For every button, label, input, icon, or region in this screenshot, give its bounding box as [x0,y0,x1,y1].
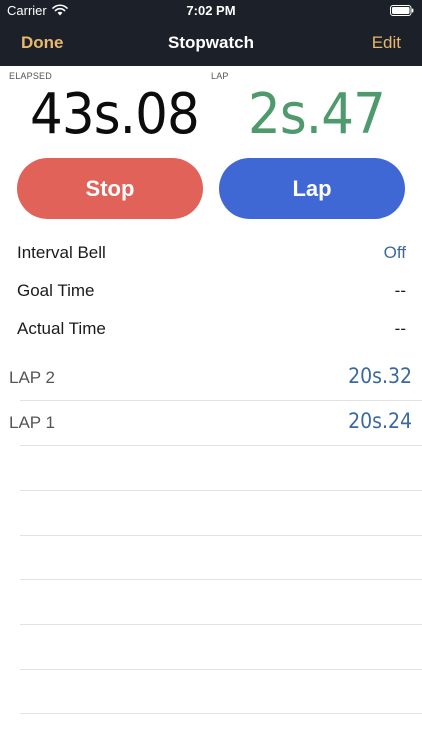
interval-bell-row[interactable]: Interval Bell Off [17,239,406,267]
edit-button[interactable]: Edit [372,33,401,53]
header: Carrier 7:02 PM Done Stopwatch Edit [0,0,422,66]
goal-time-label: Goal Time [17,281,95,300]
divider [20,669,422,670]
divider [20,713,422,714]
interval-bell-value[interactable]: Off [384,243,406,263]
stopwatch-screen: Carrier 7:02 PM Done Stopwatch Edit ELAP… [0,0,422,750]
elapsed-time: 43s.08 [30,82,200,147]
goal-time-value: -- [394,281,406,300]
status-bar: Carrier 7:02 PM [0,0,422,22]
page-title: Stopwatch [168,33,254,52]
divider [20,490,422,491]
lap-time: 20s.32 [348,364,412,388]
lap-time: 20s.24 [348,409,412,433]
divider [20,535,422,536]
actual-time-value: -- [394,319,406,338]
lap-name: LAP 2 [9,368,56,387]
lap-label: LAP [211,71,229,81]
battery-icon [390,5,414,16]
navigation-bar: Done Stopwatch Edit [0,22,422,66]
divider [20,579,422,580]
lap-button[interactable]: Lap [219,158,405,219]
stop-button[interactable]: Stop [17,158,203,219]
actual-time-row: Actual Time -- [17,315,406,343]
list-item[interactable]: LAP 2 20s.32 [0,356,422,400]
lap-name: LAP 1 [9,413,56,432]
current-lap-time: 2s.47 [248,82,386,147]
goal-time-row[interactable]: Goal Time -- [17,277,406,305]
actual-time-label: Actual Time [17,319,106,338]
divider [20,445,422,446]
elapsed-label: ELAPSED [9,71,52,81]
status-time: 7:02 PM [186,3,236,18]
interval-bell-label: Interval Bell [17,243,106,262]
list-item[interactable]: LAP 1 20s.24 [0,401,422,445]
divider [20,624,422,625]
